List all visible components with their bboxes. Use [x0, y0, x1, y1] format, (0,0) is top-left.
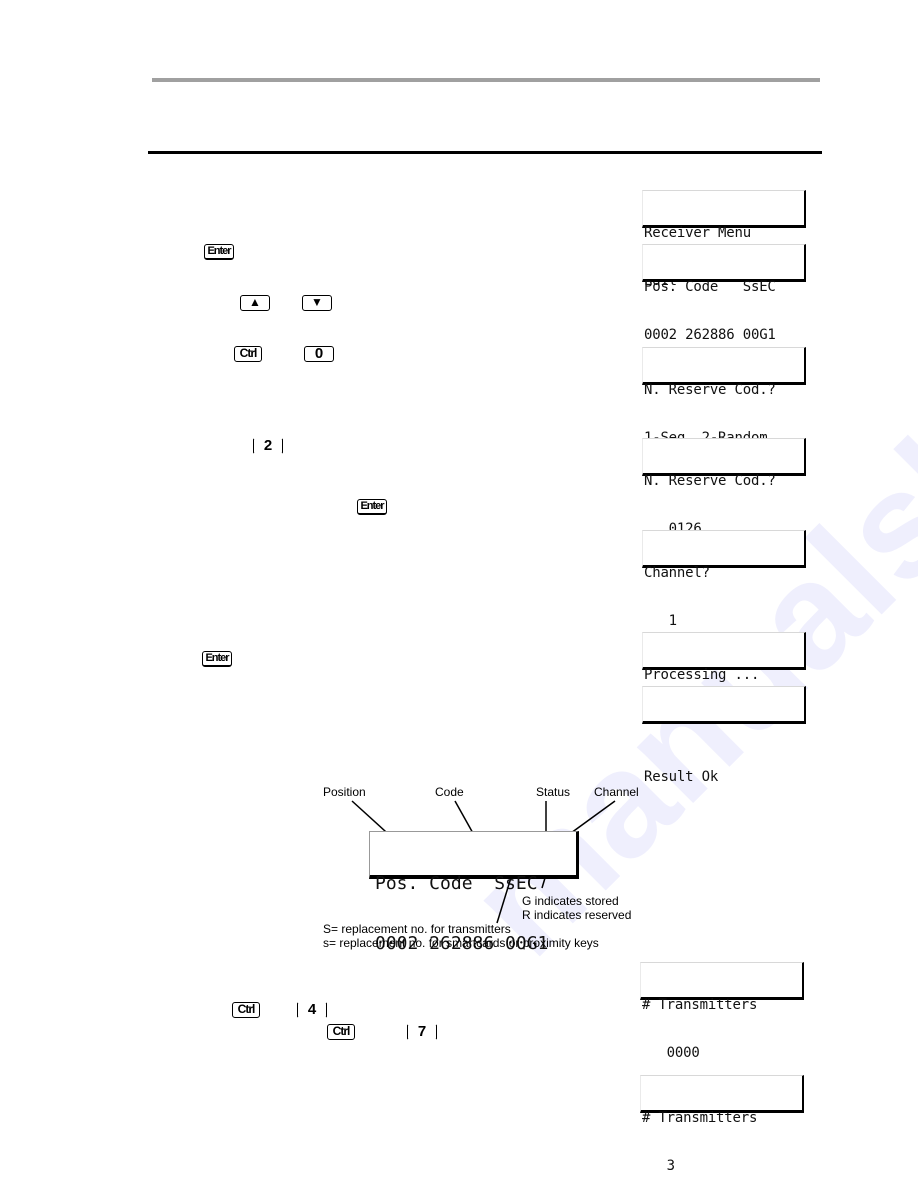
lcd-transmitters-3: # Transmitters 3	[640, 1075, 804, 1174]
lcd-line: Processing ...	[644, 667, 760, 683]
zero-key-icon: 0	[304, 346, 334, 362]
lcd-line	[644, 721, 804, 737]
lcd-reserve-count: N. Reserve Cod.? 0126	[642, 438, 806, 537]
ctrl-key-icon: Ctrl	[327, 1024, 355, 1040]
lcd-line: 3	[642, 1158, 675, 1174]
lcd-line: Result Ok	[644, 769, 719, 785]
s-upper-note: S= replacement no. for transmitters	[323, 922, 511, 936]
header-rule-gray	[152, 78, 820, 82]
lcd-pos-code: Pos. Code SsEC 0002 262886 00G1	[642, 244, 806, 343]
r-reserved-note: R indicates reserved	[522, 908, 632, 922]
two-key-icon: 2	[253, 438, 283, 454]
lcd-receiver-menu: Receiver Menu Edit	[642, 190, 806, 289]
position-label: Position	[323, 785, 366, 799]
enter-key-icon: Enter	[204, 244, 234, 260]
lcd-line: N. Reserve Cod.?	[644, 382, 776, 398]
enter-key-icon: Enter	[357, 499, 387, 515]
lcd-line: Pos. Code SsEC	[644, 279, 776, 295]
lcd-transmitters-0: # Transmitters 0000	[640, 962, 804, 1061]
lcd-processing: Processing ...	[642, 632, 806, 683]
lcd-channel: Channel? 1	[642, 530, 806, 629]
lcd-line: 0002 262886 00G1	[644, 327, 776, 343]
s-lower-note: s= replacement no. for smartcards or pro…	[323, 936, 599, 950]
ctrl-key-icon: Ctrl	[234, 346, 262, 362]
lcd-line: # Transmitters	[642, 1110, 758, 1126]
lcd-line: 1	[644, 613, 677, 629]
enter-key-icon: Enter	[202, 651, 232, 667]
diagram-lcd: Pos. Code SsEC 0002 262886 00G1	[369, 831, 579, 954]
status-label: Status	[536, 785, 571, 799]
lcd-line: Channel?	[644, 565, 710, 581]
seven-key-icon: 7	[407, 1024, 437, 1040]
lcd-result: Result Ok	[642, 686, 806, 785]
lcd-line: # Transmitters	[642, 997, 758, 1013]
header-rule-black	[148, 151, 822, 154]
lcd-line: 0000	[642, 1045, 700, 1061]
four-key-icon: 4	[297, 1002, 327, 1018]
up-arrow-key-icon: ▲	[240, 295, 270, 311]
lcd-field-diagram: Position Code Status Channel Pos. Code S…	[300, 775, 660, 955]
lcd-line: Receiver Menu	[644, 225, 751, 241]
ctrl-key-icon: Ctrl	[232, 1002, 260, 1018]
down-arrow-key-icon: ▼	[302, 295, 332, 311]
g-stored-note: G indicates stored	[522, 894, 619, 908]
lcd-reserve-mode: N. Reserve Cod.? 1-Seq. 2-Random	[642, 347, 806, 446]
channel-label: Channel	[594, 785, 639, 799]
code-label: Code	[435, 785, 464, 799]
code-leader-line	[454, 800, 475, 836]
lcd-line: Pos. Code SsEC	[375, 873, 538, 894]
lcd-line: N. Reserve Cod.?	[644, 473, 776, 489]
